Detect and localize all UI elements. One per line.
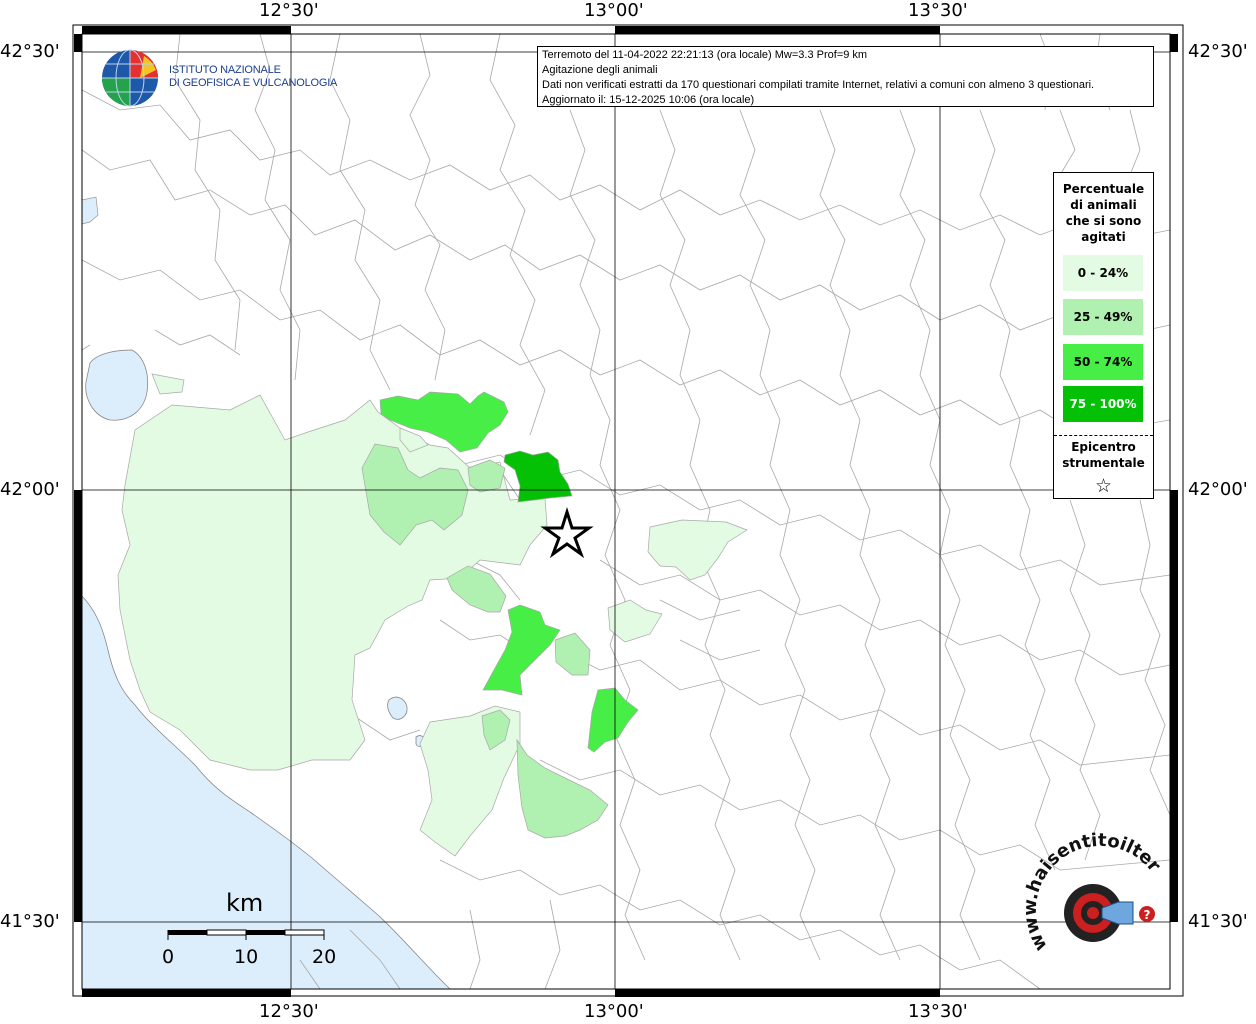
lon-label-top-1230: 12°30' bbox=[259, 0, 319, 21]
legend-epicenter-label: Epicentro strumentale bbox=[1062, 440, 1145, 470]
lon-label-top-1330: 13°30' bbox=[908, 0, 968, 21]
legend-separator bbox=[1054, 435, 1153, 436]
lat-label-right-4130: 41°30' bbox=[1188, 911, 1248, 932]
event-line: Terremoto del 11-04-2022 22:21:13 (ora l… bbox=[542, 49, 868, 61]
lake-bracciano bbox=[85, 349, 149, 421]
ingv-line-2: DI GEOFISICA E VULCANOLOGIA bbox=[169, 77, 338, 89]
legend-star-icon: ☆ bbox=[1094, 475, 1113, 497]
lat-label-left-4130: 41°30' bbox=[0, 911, 60, 932]
data-disclaimer: Dati non verificati estratti da 170 ques… bbox=[542, 79, 1095, 91]
lon-label-top-1300: 13°00' bbox=[584, 0, 644, 21]
legend-item-0-24: 0 - 24% bbox=[1063, 255, 1143, 291]
scale-unit: km bbox=[226, 889, 264, 917]
lat-label-left-4200: 42°00' bbox=[0, 479, 60, 500]
lon-label-bottom-1330: 13°30' bbox=[908, 1001, 968, 1022]
legend-item-75-100: 75 - 100% bbox=[1063, 386, 1143, 422]
legend: Percentuale di animali che si sono agita… bbox=[1053, 172, 1154, 499]
map-subject: Agitazione degli animali bbox=[542, 64, 658, 76]
lat-label-left-4230: 42°30' bbox=[0, 41, 60, 62]
lat-label-right-4200: 42°00' bbox=[1188, 479, 1248, 500]
svg-text:?: ? bbox=[1144, 908, 1151, 922]
event-info-box: Terremoto del 11-04-2022 22:21:13 (ora l… bbox=[537, 46, 1154, 107]
ingv-institute-name: ISTITUTO NAZIONALE DI GEOFISICA E VULCAN… bbox=[169, 64, 337, 90]
legend-title: Percentuale di animali che si sono agita… bbox=[1062, 182, 1145, 244]
intensity-map: ? www.haisentitoilterremoto.it bbox=[0, 0, 1184, 997]
ingv-line-1: ISTITUTO NAZIONALE bbox=[169, 64, 281, 76]
legend-item-50-74: 50 - 74% bbox=[1063, 344, 1143, 380]
scale-label-20: 20 bbox=[312, 946, 337, 968]
scale-label-10: 10 bbox=[234, 946, 259, 968]
legend-item-25-49: 25 - 49% bbox=[1063, 299, 1143, 335]
scale-label-0: 0 bbox=[162, 946, 175, 968]
lon-label-bottom-1230: 12°30' bbox=[259, 1001, 319, 1022]
update-time: Aggiornato il: 15-12-2025 10:06 (ora loc… bbox=[542, 94, 755, 106]
ingv-logo-icon bbox=[102, 49, 158, 107]
lat-label-right-4230: 42°30' bbox=[1188, 41, 1248, 62]
lon-label-bottom-1300: 13°00' bbox=[584, 1001, 644, 1022]
